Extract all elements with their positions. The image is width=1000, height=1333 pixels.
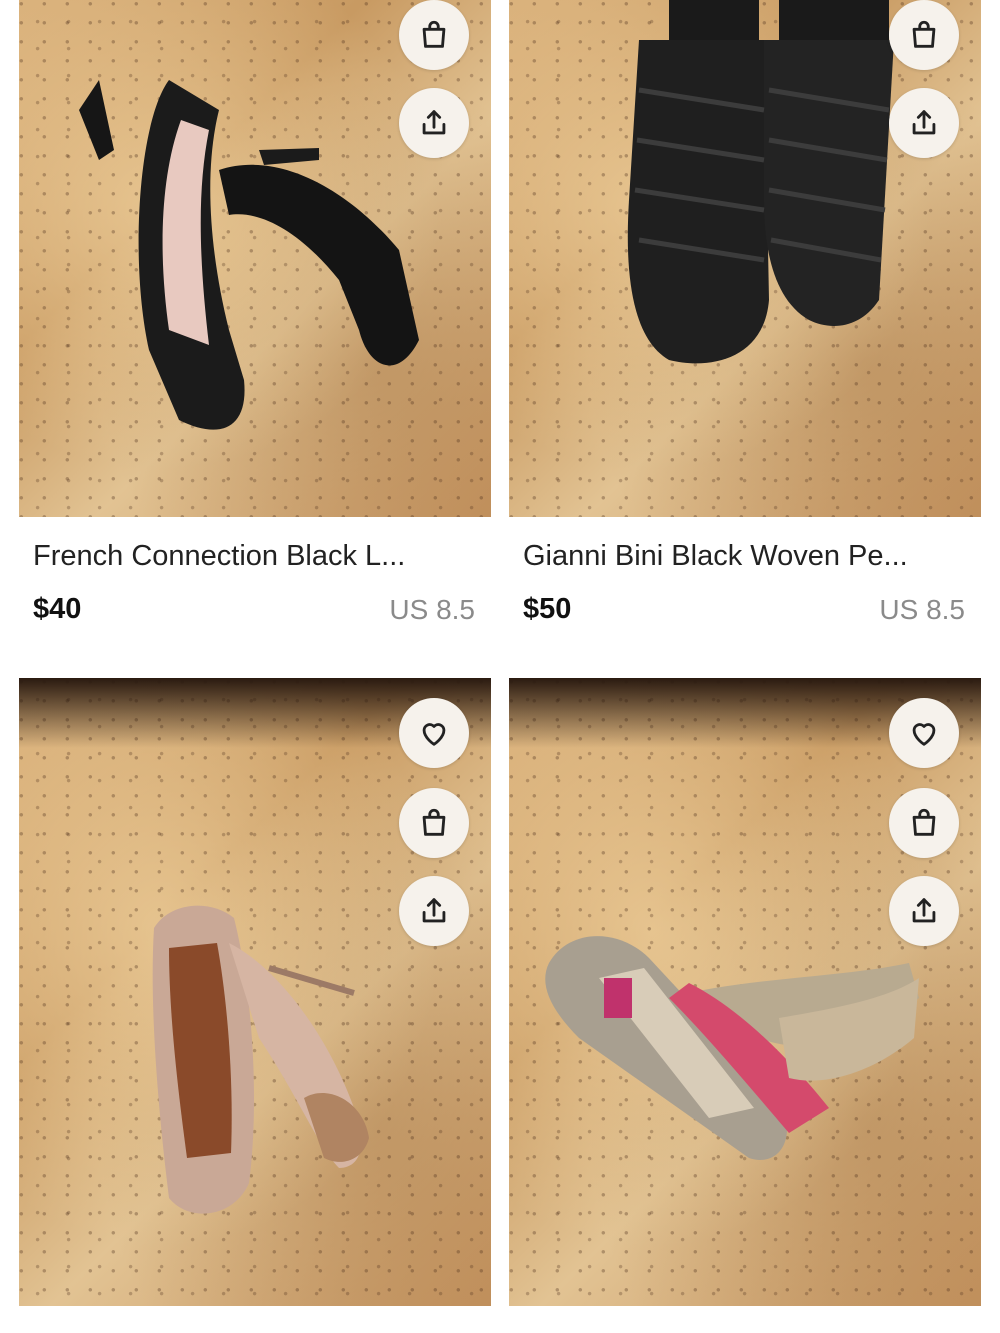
- product-price: $40: [33, 593, 82, 625]
- product-title[interactable]: Gianni Bini Black Woven Pe...: [523, 540, 908, 573]
- black-sandal-image: [79, 80, 419, 430]
- bag-button[interactable]: [889, 788, 959, 858]
- bag-icon: [912, 20, 936, 48]
- product-photo[interactable]: [19, 678, 491, 1306]
- product-title[interactable]: French Connection Black L...: [33, 540, 405, 573]
- espadrille-wedge-image: [545, 936, 919, 1160]
- product-photo[interactable]: [509, 0, 981, 517]
- product-size: US 8.5: [879, 594, 965, 625]
- product-photo[interactable]: [19, 0, 491, 517]
- share-button[interactable]: [399, 88, 469, 158]
- product-size: US 8.5: [389, 594, 475, 625]
- share-button[interactable]: [399, 876, 469, 946]
- product-card[interactable]: [509, 678, 981, 1333]
- product-card[interactable]: Gianni Bini Black Woven Pe... $50 US 8.5: [509, 0, 981, 640]
- product-card[interactable]: [19, 678, 491, 1333]
- heart-icon: [912, 723, 936, 746]
- woven-bootie-image: [627, 0, 894, 364]
- bag-icon: [912, 808, 936, 836]
- share-icon: [422, 898, 446, 923]
- share-icon: [422, 110, 446, 135]
- share-icon: [912, 110, 936, 135]
- nude-peep-toe-pump-image: [152, 905, 369, 1214]
- share-icon: [912, 898, 936, 923]
- bag-icon: [422, 20, 446, 48]
- heart-button[interactable]: [889, 698, 959, 768]
- bag-button[interactable]: [399, 788, 469, 858]
- product-card[interactable]: French Connection Black L... $40 US 8.5: [19, 0, 491, 640]
- heart-icon: [422, 723, 446, 746]
- share-button[interactable]: [889, 876, 959, 946]
- heart-button[interactable]: [399, 698, 469, 768]
- share-button[interactable]: [889, 88, 959, 158]
- product-photo[interactable]: [509, 678, 981, 1306]
- bag-icon: [422, 808, 446, 836]
- product-price: $50: [523, 593, 572, 625]
- bag-button[interactable]: [399, 0, 469, 70]
- bag-button[interactable]: [889, 0, 959, 70]
